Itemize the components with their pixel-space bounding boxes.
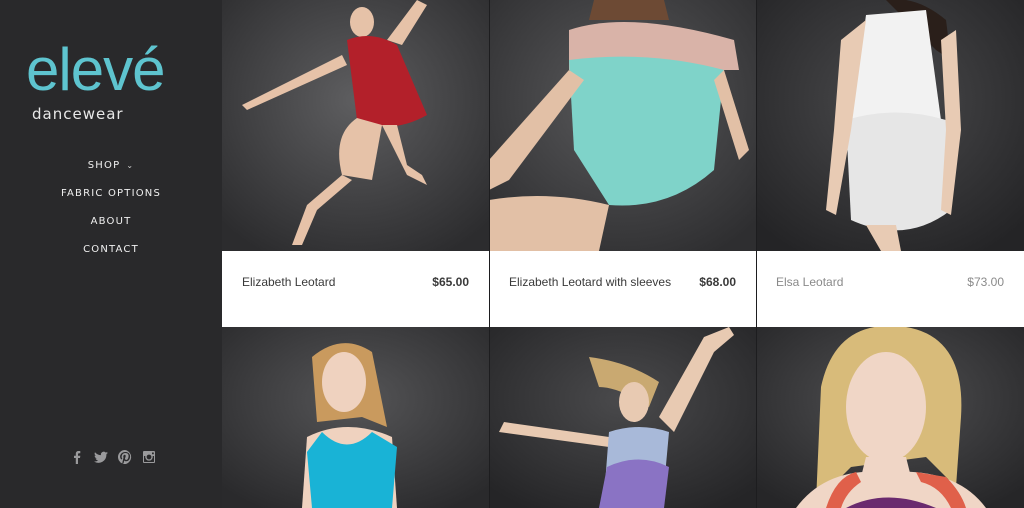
product-card[interactable]: Elizabeth Leotard with sleeves $68.00 [489,251,756,327]
nav-item-about[interactable]: ABOUT [0,214,222,242]
product-image[interactable] [756,327,1024,508]
product-price: $73.00 [967,275,1004,289]
product-name[interactable]: Elizabeth Leotard with sleeves [509,275,679,289]
nav-item-contact[interactable]: CONTACT [0,242,222,270]
product-name[interactable]: Elsa Leotard [776,275,946,289]
twitter-icon[interactable] [94,450,108,464]
product-card[interactable]: Elsa Leotard $73.00 [756,251,1024,327]
nav-item-label: CONTACT [83,244,139,255]
nav-item-label: SHOP [87,160,121,171]
main-nav: SHOP ⌄ FABRIC OPTIONS ABOUT CONTACT [0,158,222,270]
chevron-down-icon: ⌄ [126,161,135,170]
product-price: $65.00 [432,275,469,289]
pinterest-icon[interactable] [117,450,132,465]
product-image[interactable] [222,327,489,508]
product-grid: Elizabeth Leotard $65.00 Elizabeth Leota… [222,0,1024,508]
instagram-icon[interactable] [142,450,156,464]
nav-item-fabric-options[interactable]: FABRIC OPTIONS [0,186,222,214]
nav-item-shop[interactable]: SHOP ⌄ [0,158,222,186]
product-card[interactable]: Elizabeth Leotard $65.00 [222,251,489,327]
brand-tagline: dancewear [32,105,124,123]
product-price: $68.00 [699,275,736,289]
product-info-row: Elizabeth Leotard $65.00 Elizabeth Leota… [222,251,1024,327]
product-name[interactable]: Elizabeth Leotard [242,275,412,289]
brand-logo[interactable]: elevé dancewear [22,30,202,130]
social-links [70,450,156,465]
nav-item-label: ABOUT [90,216,132,227]
brand-name: elevé [26,36,165,103]
grid-divider [756,0,757,508]
sidebar: elevé dancewear SHOP ⌄ FABRIC OPTIONS ABO… [0,0,222,508]
product-image[interactable] [222,0,489,251]
product-image[interactable] [489,327,756,508]
grid-divider [489,0,490,508]
nav-item-label: FABRIC OPTIONS [60,188,162,199]
product-image[interactable] [489,0,756,251]
product-image[interactable] [756,0,1024,251]
facebook-icon[interactable] [70,450,84,464]
